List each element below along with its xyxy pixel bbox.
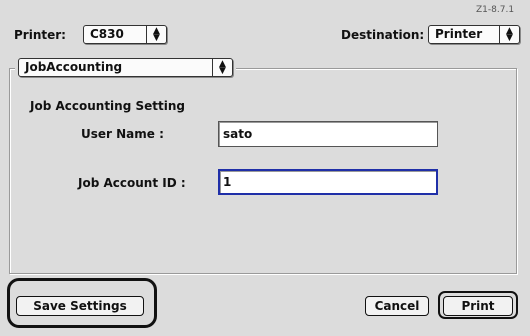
panel-popup-value: JobAccounting bbox=[25, 60, 123, 74]
cancel-button[interactable]: Cancel bbox=[365, 296, 429, 316]
printer-popup-value: C830 bbox=[90, 27, 124, 41]
destination-label: Destination: bbox=[341, 28, 425, 42]
up-down-arrows-icon: ▲ ▼ bbox=[146, 26, 166, 43]
account-id-field[interactable]: 1 bbox=[218, 169, 438, 195]
save-settings-button[interactable]: Save Settings bbox=[16, 296, 144, 316]
destination-popup[interactable]: Printer ▲ ▼ bbox=[428, 25, 520, 44]
destination-popup-value: Printer bbox=[435, 27, 483, 41]
username-field[interactable]: sato bbox=[218, 121, 438, 147]
print-button[interactable]: Print bbox=[443, 296, 513, 316]
section-title: Job Accounting Setting bbox=[30, 99, 185, 113]
printer-popup[interactable]: C830 ▲ ▼ bbox=[83, 25, 167, 44]
panel-popup[interactable]: JobAccounting ▲ ▼ bbox=[18, 58, 233, 77]
version-label: Z1-8.7.1 bbox=[476, 5, 515, 15]
account-id-label: Job Account ID : bbox=[78, 176, 186, 190]
up-down-arrows-icon: ▲ ▼ bbox=[499, 26, 519, 43]
username-label: User Name : bbox=[81, 127, 164, 141]
printer-label: Printer: bbox=[14, 28, 66, 42]
up-down-arrows-icon: ▲ ▼ bbox=[212, 59, 232, 76]
